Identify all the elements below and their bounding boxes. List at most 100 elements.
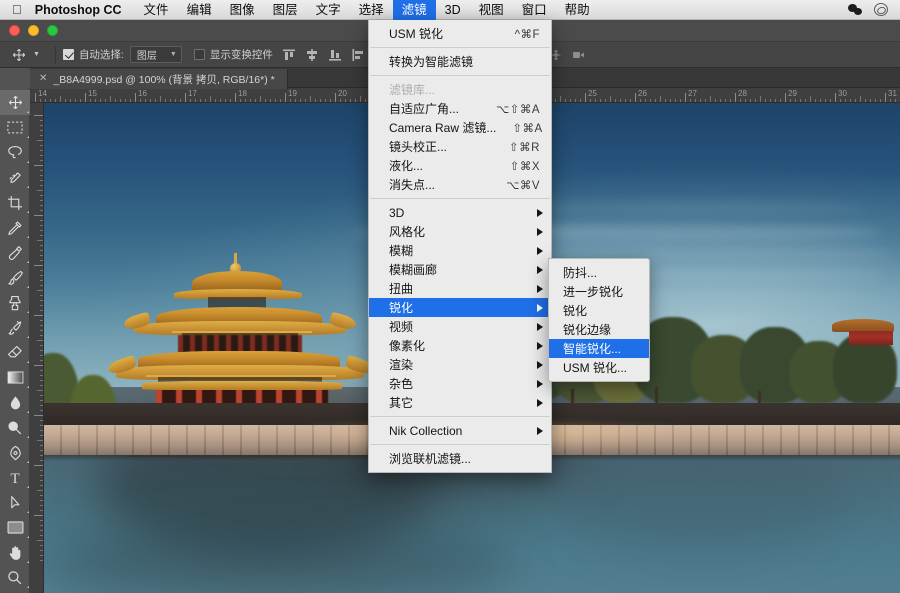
ruler-tick-label: 26 bbox=[638, 89, 647, 98]
minimize-button[interactable] bbox=[28, 25, 39, 36]
eraser-tool[interactable] bbox=[0, 340, 30, 365]
horizontal-type-tool[interactable]: T bbox=[0, 465, 30, 490]
sharpen-submenu-item-1[interactable]: 进一步锐化 bbox=[549, 282, 649, 301]
vertical-ruler[interactable] bbox=[30, 103, 44, 593]
zoom-3d-camera-icon[interactable] bbox=[571, 47, 587, 63]
show-transform-controls-group[interactable]: 显示变换控件 bbox=[193, 47, 273, 62]
history-brush-tool[interactable] bbox=[0, 315, 30, 340]
submenu-arrow-icon bbox=[537, 227, 543, 236]
quick-selection-tool[interactable] bbox=[0, 165, 30, 190]
menu-bar-item-6[interactable]: 滤镜 bbox=[392, 0, 436, 20]
eyedropper-tool[interactable] bbox=[0, 215, 30, 240]
filter-menu-item-25[interactable]: 浏览联机滤镜... bbox=[369, 449, 551, 468]
ruler-minor-tick bbox=[40, 335, 43, 336]
ruler-minor-tick bbox=[40, 325, 43, 326]
ruler-minor-tick bbox=[770, 99, 771, 102]
pen-tool[interactable] bbox=[0, 440, 30, 465]
filter-menu-item-11[interactable]: 3D bbox=[369, 203, 551, 222]
filter-menu-item-19[interactable]: 渲染 bbox=[369, 355, 551, 374]
rectangle-tool[interactable] bbox=[0, 515, 30, 540]
path-selection-tool[interactable] bbox=[0, 490, 30, 515]
menu-bar-item-8[interactable]: 视图 bbox=[470, 0, 513, 20]
menu-bar-item-0[interactable]: 文件 bbox=[135, 0, 178, 20]
move-tool[interactable] bbox=[0, 90, 30, 115]
filter-menu-item-0[interactable]: USM 锐化 ^⌘F bbox=[369, 24, 551, 43]
document-tab[interactable]: ✕ _B8A4999.psd @ 100% (背景 拷贝, RGB/16*) * bbox=[30, 69, 288, 89]
sharpen-submenu-item-label: 进一步锐化 bbox=[563, 285, 624, 299]
close-tab-icon[interactable]: ✕ bbox=[39, 74, 47, 84]
spot-healing-brush-tool[interactable] bbox=[0, 240, 30, 265]
menu-bar-item-10[interactable]: 帮助 bbox=[556, 0, 599, 20]
filter-menu-item-14[interactable]: 模糊画廊 bbox=[369, 260, 551, 279]
filter-menu-item-label: 模糊画廊 bbox=[389, 263, 438, 277]
auto-select-target-dropdown[interactable]: 图层 ▼ bbox=[129, 46, 182, 63]
filter-menu-item-21[interactable]: 其它 bbox=[369, 393, 551, 412]
creative-cloud-icon[interactable] bbox=[874, 3, 888, 16]
crop-tool[interactable] bbox=[0, 190, 30, 215]
sharpen-submenu[interactable]: 防抖... 进一步锐化锐化 锐化边缘 智能锐化... USM 锐化... bbox=[548, 258, 650, 382]
gradient-tool[interactable] bbox=[0, 365, 30, 390]
align-left-edges-icon[interactable] bbox=[348, 45, 368, 65]
align-bottom-edges-icon[interactable] bbox=[325, 45, 345, 65]
sharpen-submenu-item-4[interactable]: 智能锐化... bbox=[549, 339, 649, 358]
auto-select-checkbox[interactable] bbox=[62, 49, 74, 60]
filter-menu-item-15[interactable]: 扭曲 bbox=[369, 279, 551, 298]
filter-menu-item-20[interactable]: 杂色 bbox=[369, 374, 551, 393]
filter-menu-item-6[interactable]: Camera Raw 滤镜... ⇧⌘A bbox=[369, 118, 551, 137]
menu-bar-item-1[interactable]: 编辑 bbox=[178, 0, 221, 20]
hand-tool[interactable] bbox=[0, 540, 30, 565]
filter-menu-item-label: 像素化 bbox=[389, 339, 426, 353]
lasso-tool[interactable] bbox=[0, 140, 30, 165]
menu-bar-item-2[interactable]: 图像 bbox=[221, 0, 264, 20]
tool-preset-chevron-down-icon[interactable]: ▼ bbox=[33, 51, 40, 58]
filter-menu-item-5[interactable]: 自适应广角... ⌥⇧⌘A bbox=[369, 99, 551, 118]
brush-tool[interactable] bbox=[0, 265, 30, 290]
wechat-icon[interactable] bbox=[848, 4, 863, 15]
filter-menu-item-16[interactable]: 锐化 bbox=[369, 298, 551, 317]
sharpen-submenu-item-5[interactable]: USM 锐化... bbox=[549, 358, 649, 377]
filter-menu-item-17[interactable]: 视频 bbox=[369, 317, 551, 336]
filter-menu-item-9[interactable]: 消失点... ⌥⌘V bbox=[369, 175, 551, 194]
filter-menu-item-18[interactable]: 像素化 bbox=[369, 336, 551, 355]
rectangular-marquee-tool[interactable] bbox=[0, 115, 30, 140]
macos-menu-bar[interactable]:  Photoshop CC 文件编辑图像图层文字选择滤镜3D视图窗口帮助 bbox=[0, 0, 900, 20]
active-app-name[interactable]: Photoshop CC bbox=[33, 3, 135, 17]
filter-menu-item-7[interactable]: 镜头校正... ⇧⌘R bbox=[369, 137, 551, 156]
zoom-button[interactable] bbox=[47, 25, 58, 36]
sharpen-submenu-item-2[interactable]: 锐化 bbox=[549, 301, 649, 320]
auto-select-checkbox-group[interactable]: 自动选择: bbox=[62, 47, 124, 62]
window-controls[interactable] bbox=[0, 25, 58, 36]
filter-menu-item-label: Nik Collection bbox=[389, 423, 463, 438]
blur-tool[interactable] bbox=[0, 390, 30, 415]
filter-menu[interactable]: USM 锐化 ^⌘F 转换为智能滤镜 滤镜库... 自适应广角... ⌥⇧⌘A Camera… bbox=[368, 20, 552, 473]
filter-menu-item-13[interactable]: 模糊 bbox=[369, 241, 551, 260]
tools-panel[interactable]: T ⤺ bbox=[0, 88, 30, 593]
sharpen-submenu-item-0[interactable]: 防抖... bbox=[549, 263, 649, 282]
zoom-tool[interactable] bbox=[0, 565, 30, 590]
show-transform-checkbox[interactable] bbox=[193, 49, 205, 60]
menu-bar-item-7[interactable]: 3D bbox=[436, 0, 470, 20]
menu-bar-item-4[interactable]: 文字 bbox=[307, 0, 350, 20]
filter-menu-item-8[interactable]: 液化... ⇧⌘X bbox=[369, 156, 551, 175]
ruler-minor-tick bbox=[765, 99, 766, 102]
ruler-minor-tick bbox=[355, 99, 356, 102]
sharpen-submenu-item-3[interactable]: 锐化边缘 bbox=[549, 320, 649, 339]
menu-bar-item-3[interactable]: 图层 bbox=[264, 0, 307, 20]
filter-menu-item-23[interactable]: Nik Collection bbox=[369, 421, 551, 440]
close-button[interactable] bbox=[9, 25, 20, 36]
move-tool-icon[interactable] bbox=[8, 45, 30, 65]
ruler-tick-label: 15 bbox=[88, 89, 97, 98]
menu-bar-item-9[interactable]: 窗口 bbox=[513, 0, 556, 20]
align-vertical-centers-icon[interactable] bbox=[302, 45, 322, 65]
dodge-tool[interactable] bbox=[0, 415, 30, 440]
apple-logo-icon[interactable]:  bbox=[0, 3, 33, 16]
filter-menu-item-4: 滤镜库... bbox=[369, 80, 551, 99]
ruler-minor-tick bbox=[830, 99, 831, 102]
align-top-edges-icon[interactable] bbox=[279, 45, 299, 65]
clone-stamp-tool[interactable] bbox=[0, 290, 30, 315]
menu-bar-status-icons[interactable] bbox=[848, 3, 900, 16]
filter-menu-item-12[interactable]: 风格化 bbox=[369, 222, 551, 241]
ruler-major-tick bbox=[735, 93, 736, 102]
filter-menu-item-2[interactable]: 转换为智能滤镜 bbox=[369, 52, 551, 71]
menu-bar-item-5[interactable]: 选择 bbox=[350, 0, 393, 20]
